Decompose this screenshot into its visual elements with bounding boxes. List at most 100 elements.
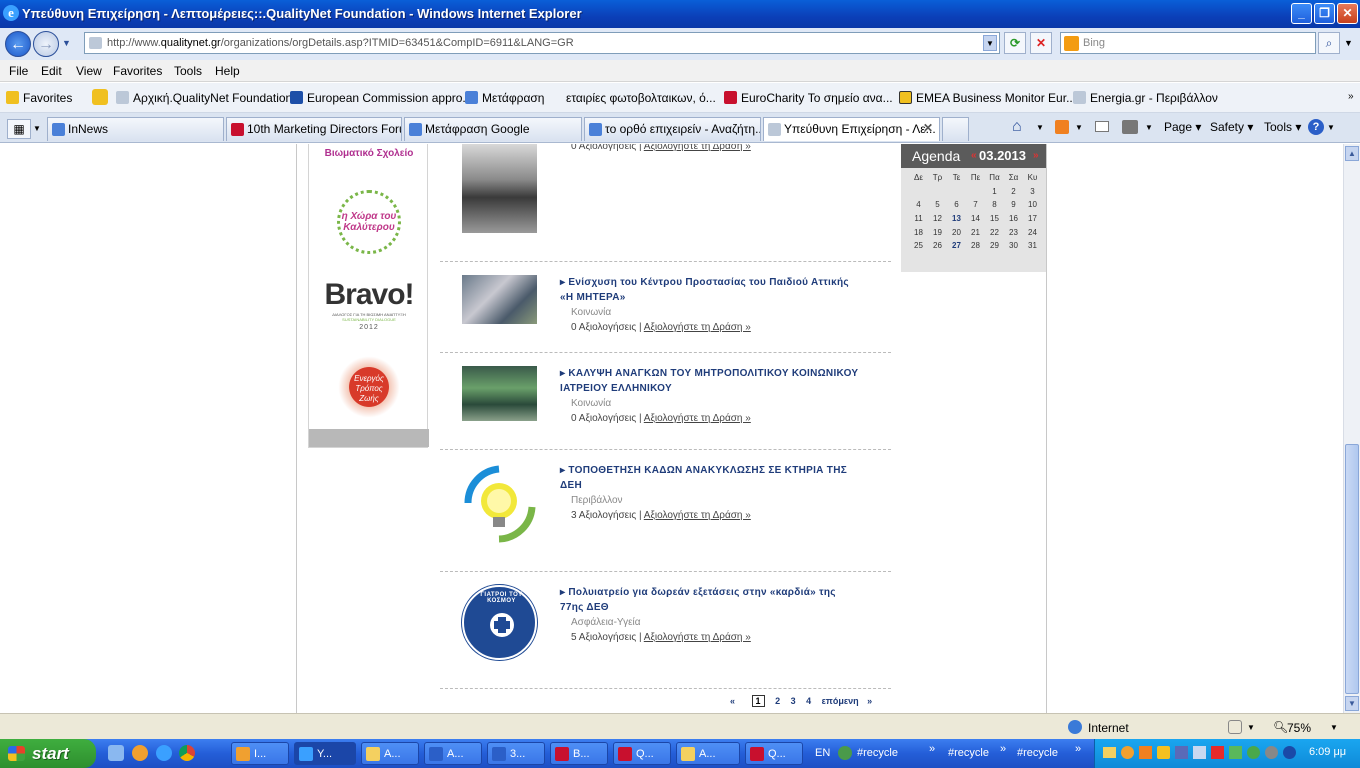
clock[interactable]: 6:09 μμ (1309, 746, 1346, 758)
pager-next[interactable]: » (867, 696, 872, 706)
address-dropdown-icon[interactable]: ▼ (983, 35, 997, 51)
refresh-icon[interactable]: ⟳ (1004, 32, 1026, 54)
taskbar-item-word-2[interactable]: 3... (487, 742, 545, 765)
search-input[interactable]: Bing (1060, 32, 1316, 54)
zoom-icon[interactable]: 🔍︎ (1273, 720, 1288, 734)
taskbar-item-outlook[interactable]: I... (231, 742, 289, 765)
quick-tabs-icon[interactable]: ▦ (7, 119, 31, 139)
agenda-prev-month[interactable]: « (971, 150, 977, 161)
start-button[interactable]: start (0, 739, 96, 768)
taskbar-item-q-1[interactable]: Q... (613, 742, 671, 765)
agenda-day[interactable]: 2 (1004, 185, 1023, 199)
agenda-day[interactable]: 15 (985, 212, 1004, 226)
menu-edit[interactable]: Edit (41, 64, 62, 78)
print-icon[interactable] (1122, 120, 1138, 134)
taskbar-item-folder[interactable]: A... (361, 742, 419, 765)
menu-favorites[interactable]: Favorites (113, 64, 162, 78)
tray-volume-icon[interactable] (1193, 746, 1206, 759)
search-button-icon[interactable]: ⌕ (1318, 32, 1340, 54)
action-title[interactable]: Πολυιατρείο για δωρεάν εξετάσεις στην «κ… (560, 585, 860, 615)
pager-page-2[interactable]: 2 (775, 696, 780, 706)
agenda-day[interactable]: 17 (1023, 212, 1042, 226)
minimize-button[interactable]: _ (1291, 3, 1312, 24)
agenda-next-month[interactable]: » (1033, 150, 1039, 161)
feeds-icon[interactable] (1055, 120, 1069, 134)
rate-action-link[interactable]: Αξιολογήστε τη Δράση » (644, 322, 751, 333)
recycle-toolbar-3[interactable]: #recycle (1017, 747, 1058, 759)
action-thumbnail[interactable] (462, 275, 537, 324)
rate-action-link[interactable]: Αξιολογήστε τη Δράση » (644, 510, 751, 521)
forward-button[interactable]: → (33, 31, 59, 57)
agenda-day[interactable]: 31 (1023, 239, 1042, 253)
agenda-day[interactable]: 5 (928, 198, 947, 212)
zoom-dropdown-icon[interactable]: ▼ (1330, 723, 1338, 732)
quicklaunch-outlook-icon[interactable] (132, 745, 148, 761)
stop-icon[interactable]: ✕ (1030, 32, 1052, 54)
feeds-dropdown-icon[interactable]: ▼ (1075, 123, 1083, 132)
tab-innews[interactable]: InNews (47, 117, 224, 141)
fav-item-photovoltaic[interactable]: εταιρίες φωτοβολταικων, ό... (566, 91, 716, 105)
agenda-day[interactable]: 25 (909, 239, 928, 253)
agenda-day[interactable]: 29 (985, 239, 1004, 253)
maximize-button[interactable]: ❐ (1314, 3, 1335, 24)
action-title[interactable]: Ενίσχυση του Κέντρου Προστασίας του Παιδ… (560, 275, 860, 305)
tray-alert-icon[interactable] (1139, 746, 1152, 759)
agenda-day[interactable]: 10 (1023, 198, 1042, 212)
fav-item-european-commission[interactable]: European Commission appro... (290, 91, 472, 105)
agenda-day[interactable]: 23 (1004, 225, 1023, 239)
quicklaunch-chrome-icon[interactable] (179, 745, 195, 761)
pager-page-4[interactable]: 4 (806, 696, 811, 706)
action-thumbnail-recycle-bulb[interactable] (462, 463, 537, 545)
favorites-button[interactable]: Favorites (6, 91, 72, 105)
tray-sync-icon[interactable] (1247, 746, 1260, 759)
print-dropdown-icon[interactable]: ▼ (1145, 123, 1153, 132)
home-dropdown-icon[interactable]: ▼ (1036, 123, 1044, 132)
recycle-toolbar-2[interactable]: #recycle (948, 747, 989, 759)
agenda-day[interactable]: 21 (966, 225, 985, 239)
scroll-up-icon[interactable]: ▲ (1345, 146, 1359, 161)
scroll-thumb[interactable] (1345, 444, 1359, 694)
agenda-day[interactable]: 1 (985, 185, 1004, 199)
menu-tools[interactable]: Tools (174, 64, 202, 78)
address-bar[interactable]: http://www.qualitynet.gr/organizations/o… (84, 32, 1000, 54)
action-thumbnail-doctors-logo[interactable]: ΓΙΑΤΡΟΙ ΤΟΥ ΚΟΣΜΟΥ (462, 585, 537, 660)
taskbar-item-q-2[interactable]: Q... (745, 742, 803, 765)
close-tab-icon[interactable]: ✕ (923, 121, 933, 135)
agenda-day[interactable]: 7 (966, 198, 985, 212)
taskbar-item-ie[interactable]: Y... (294, 742, 356, 765)
vertical-scrollbar[interactable]: ▲ ▼ (1343, 144, 1360, 713)
agenda-day[interactable]: 19 (928, 225, 947, 239)
fav-item-qualitynet[interactable]: Αρχική.QualityNet Foundation (116, 91, 292, 105)
scroll-down-icon[interactable]: ▼ (1345, 696, 1359, 711)
fav-item-energia[interactable]: Energia.gr - Περιβάλλον (1073, 91, 1218, 105)
tray-network-icon[interactable] (1175, 746, 1188, 759)
pager-next-link[interactable]: επόμενη (822, 696, 859, 706)
safety-menu[interactable]: Safety ▾ (1210, 120, 1253, 134)
rate-action-link[interactable]: Αξιολογήστε τη Δράση » (644, 413, 751, 424)
home-icon[interactable]: ⌂ (1012, 118, 1022, 136)
tray-messenger-icon[interactable] (1283, 746, 1296, 759)
tab-active[interactable]: Υπεύθυνη Επιχείρηση - Λε... ✕ (763, 117, 940, 141)
pager-page-1[interactable]: 1 (751, 695, 765, 707)
rate-action-link[interactable]: Αξιολογήστε τη Δράση » (644, 632, 751, 643)
zoom-level[interactable]: 75% (1287, 721, 1311, 735)
fav-item-eurocharity[interactable]: EuroCharity Το σημείο ανα... (724, 91, 893, 105)
action-thumbnail-train[interactable] (462, 144, 537, 233)
page-menu[interactable]: Page ▾ (1164, 120, 1201, 134)
recycle-toolbar-1[interactable]: #recycle (857, 747, 898, 759)
quicklaunch-ie-icon[interactable] (156, 745, 172, 761)
rate-action-link[interactable]: Αξιολογήστε τη Δράση » (644, 144, 751, 152)
agenda-day[interactable]: 8 (985, 198, 1004, 212)
protected-mode-icon[interactable] (1228, 720, 1242, 734)
pager-prev[interactable]: « (730, 696, 735, 706)
agenda-day[interactable]: 24 (1023, 225, 1042, 239)
taskbar-item-mail[interactable]: A... (676, 742, 740, 765)
add-favorite-icon[interactable] (92, 89, 108, 105)
search-options-icon[interactable]: ▼ (1344, 38, 1353, 48)
logo-biomatiko[interactable]: Βιωματικό Σχολείο (324, 148, 414, 159)
fav-item-emea[interactable]: EMEA Business Monitor Eur... (899, 91, 1076, 105)
agenda-day[interactable]: 14 (966, 212, 985, 226)
menu-view[interactable]: View (76, 64, 102, 78)
show-desktop-icon[interactable] (108, 745, 124, 761)
taskbar-item-pdf[interactable]: B... (550, 742, 608, 765)
